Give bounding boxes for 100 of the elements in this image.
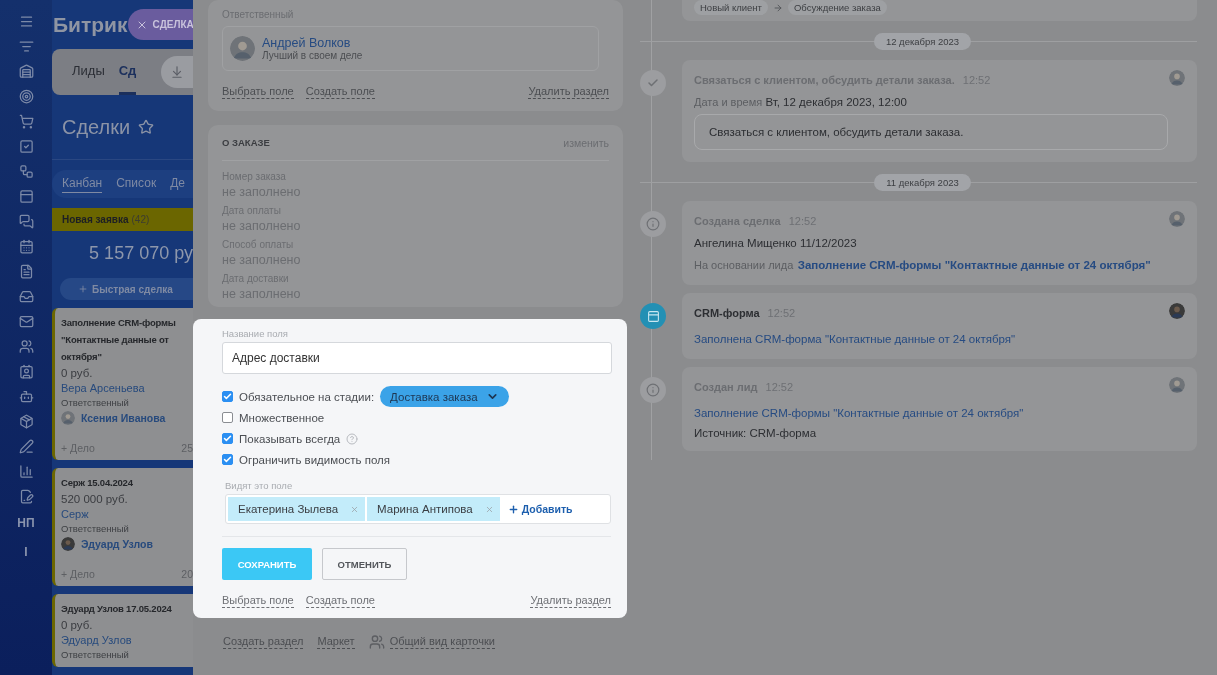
chat-icon[interactable]: [18, 214, 34, 229]
network-icon[interactable]: [18, 164, 34, 179]
avatar: [61, 411, 75, 426]
sidebar-item[interactable]: НП: [17, 514, 35, 533]
people-icon: [368, 634, 385, 650]
avatar: [1169, 303, 1185, 319]
contact-card-icon[interactable]: [18, 364, 34, 379]
mail-icon[interactable]: [18, 314, 34, 329]
arrow-icon: [772, 2, 783, 13]
view-tab[interactable]: Список: [116, 175, 157, 193]
section-link[interactable]: Выбрать поле: [222, 85, 294, 99]
delete-section-link[interactable]: Удалить раздел: [530, 594, 611, 608]
done-icon: [640, 70, 666, 96]
star-icon[interactable]: [138, 119, 155, 136]
section-link[interactable]: Создать поле: [305, 594, 375, 608]
deal-title: октября": [61, 350, 103, 365]
person-name[interactable]: Андрей Волков: [262, 36, 363, 50]
sidebar-item[interactable]: I: [24, 543, 28, 562]
avatar: [1169, 377, 1185, 393]
app-title: Битрик: [53, 12, 128, 37]
field-name-input[interactable]: Адрес доставки: [222, 342, 612, 374]
document-icon[interactable]: [18, 264, 34, 279]
edit-document-icon[interactable]: [18, 489, 34, 504]
person-note: Лучший в своем деле: [262, 50, 363, 61]
plus-icon: [507, 503, 519, 515]
save-button[interactable]: СОХРАНИТЬ: [222, 548, 312, 580]
client-link[interactable]: Вера Арсеньева: [61, 382, 193, 395]
people-icon[interactable]: [18, 339, 34, 354]
column-total: 5 157 070 ру: [88, 242, 193, 265]
deal-title: Эдуард Узлов 17.05.2024: [61, 601, 173, 616]
date-divider: 11 декабря 2023: [874, 174, 971, 191]
section-title: О ЗАКАЗЕ: [222, 137, 270, 148]
deal-card[interactable]: Эдуард Узлов 17.05.2024 0 руб. Эдуард Узлов Ответственный: [52, 593, 193, 667]
avatar: [61, 536, 75, 551]
client-link[interactable]: Серж: [61, 507, 193, 520]
delete-section-link[interactable]: Удалить раздел: [528, 85, 609, 99]
footer-link[interactable]: Создать раздел: [223, 635, 304, 649]
checkbox[interactable]: [222, 412, 233, 423]
footer-link[interactable]: Общий вид карточки: [389, 635, 495, 649]
comment-bubble: Связаться с клиентом, обсудить детали заказа.: [694, 114, 1168, 150]
pen-icon[interactable]: [18, 439, 34, 454]
stage-chip: Новый клиент: [694, 0, 768, 15]
stage-chip: Обсуждение заказа: [787, 0, 887, 15]
warehouse-icon[interactable]: [18, 64, 34, 79]
menu-icon[interactable]: [18, 14, 34, 29]
nav-tab[interactable]: Сд: [118, 49, 137, 96]
add-user-button[interactable]: Добавить: [501, 502, 579, 516]
entry-title: CRM-форма: [694, 307, 760, 319]
inbox-icon[interactable]: [18, 289, 34, 304]
calendar-icon[interactable]: [18, 239, 34, 254]
cart-icon[interactable]: [18, 114, 34, 129]
deal-title: Серж 15.04.2024: [61, 475, 134, 490]
deal-amount: 0 руб.: [61, 367, 94, 380]
stage-dropdown[interactable]: Доставка заказа: [380, 386, 509, 407]
date-divider: 12 декабря 2023: [873, 33, 972, 50]
page-title: Сделки: [62, 115, 131, 139]
target-icon[interactable]: [18, 89, 34, 104]
deal-title: "Контактные данные от: [61, 333, 170, 348]
form-link[interactable]: Заполнена CRM-форма "Контактные данные от 24 октября": [694, 333, 1016, 345]
filter-icon[interactable]: [18, 39, 34, 54]
plus-icon: [78, 284, 88, 295]
checkbox-label: Показывать всегда: [239, 432, 341, 445]
info-icon: [640, 211, 666, 237]
section-link[interactable]: Создать поле: [305, 85, 375, 99]
robot-icon[interactable]: [18, 389, 34, 404]
responsible-link[interactable]: Эдуард Узлов: [81, 537, 153, 550]
quick-deal-button[interactable]: Быстрая сделка: [60, 278, 193, 301]
user-selector[interactable]: Екатерина Зылева Марина Антипова Добавить: [225, 494, 611, 524]
view-tab[interactable]: Канбан: [62, 175, 103, 193]
checkbox[interactable]: [222, 433, 233, 444]
lead-link[interactable]: Заполнение CRM-формы "Контактные данные от 24 октября": [797, 259, 1151, 271]
bar-chart-icon[interactable]: [18, 464, 34, 479]
form-link[interactable]: Заполнение CRM-формы "Контактные данные от 24 октября": [694, 407, 1024, 419]
cancel-button[interactable]: ОТМЕНИТЬ: [322, 548, 407, 580]
form-icon: [640, 303, 666, 329]
user-tag: Екатерина Зылева: [228, 497, 366, 521]
checkbox-icon[interactable]: [18, 139, 34, 154]
panel-icon[interactable]: [18, 189, 34, 204]
field-label: Видят это поле: [224, 480, 294, 491]
view-tab[interactable]: Де: [170, 175, 185, 193]
nav-tab[interactable]: Лиды: [72, 49, 105, 96]
avatar: [1169, 70, 1185, 86]
checkbox-label: Множественное: [239, 411, 325, 424]
field-label: Название поля: [222, 328, 289, 339]
responsible-link[interactable]: Ксения Иванова: [81, 412, 166, 425]
avatar: [230, 36, 255, 61]
section-link[interactable]: Выбрать поле: [222, 594, 294, 608]
checkbox[interactable]: [222, 454, 233, 465]
checkbox-label: Обязательное на стадии:: [239, 390, 375, 403]
slider-tab[interactable]: СДЕЛКА: [127, 9, 193, 41]
download-icon: [170, 65, 184, 80]
deal-amount: 0 руб.: [61, 618, 94, 631]
user-tag: Марина Антипова: [367, 497, 500, 521]
client-link[interactable]: Эдуард Узлов: [61, 633, 193, 646]
checkbox[interactable]: [222, 391, 233, 402]
checkbox-label: Ограничить видимость поля: [239, 453, 391, 466]
deal-title: Заполнение CRM-формы: [61, 316, 177, 331]
avatar: [1169, 211, 1185, 227]
footer-link[interactable]: Маркет: [317, 635, 355, 649]
box-icon[interactable]: [18, 414, 34, 429]
